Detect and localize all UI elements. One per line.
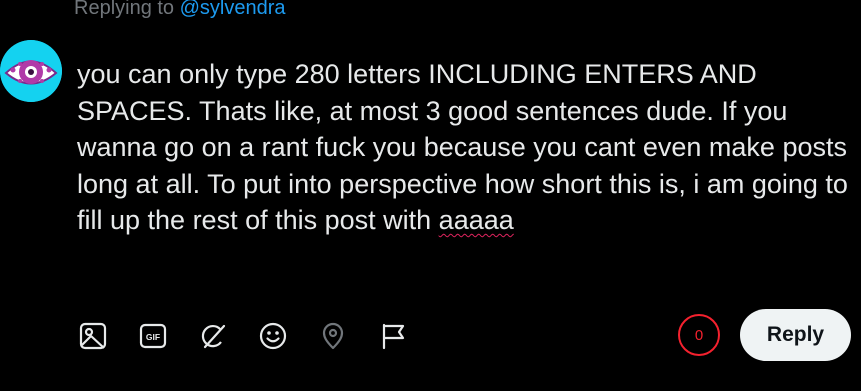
compose-textarea[interactable]: you can only type 280 letters INCLUDING … [77, 56, 852, 239]
counter-value: 0 [694, 326, 704, 344]
replying-to-line: Replying to @sylvendra [74, 0, 286, 20]
media-button[interactable] [74, 317, 112, 355]
emoji-icon [259, 322, 287, 350]
avatar[interactable] [0, 40, 62, 102]
location-button[interactable] [314, 317, 352, 355]
gif-icon: GIF [139, 323, 167, 349]
character-counter: 0 [677, 313, 721, 357]
grok-button[interactable] [194, 317, 232, 355]
replying-prefix: Replying to [74, 0, 180, 19]
replying-handle-link[interactable]: @sylvendra [180, 0, 286, 19]
reply-composer: Replying to @sylvendra you can only type… [0, 0, 861, 391]
misspelled-word: aaaaa [438, 205, 514, 235]
gif-icon-label: GIF [146, 332, 160, 342]
gif-button[interactable]: GIF [134, 317, 172, 355]
compose-toolbar: GIF [74, 316, 434, 356]
eye-avatar-icon [0, 40, 62, 102]
location-icon [322, 322, 344, 350]
image-icon [79, 322, 107, 350]
grok-icon [201, 324, 226, 349]
flag-button[interactable] [374, 317, 412, 355]
reply-button[interactable]: Reply [740, 309, 851, 361]
flag-icon [382, 323, 405, 350]
emoji-button[interactable] [254, 317, 292, 355]
